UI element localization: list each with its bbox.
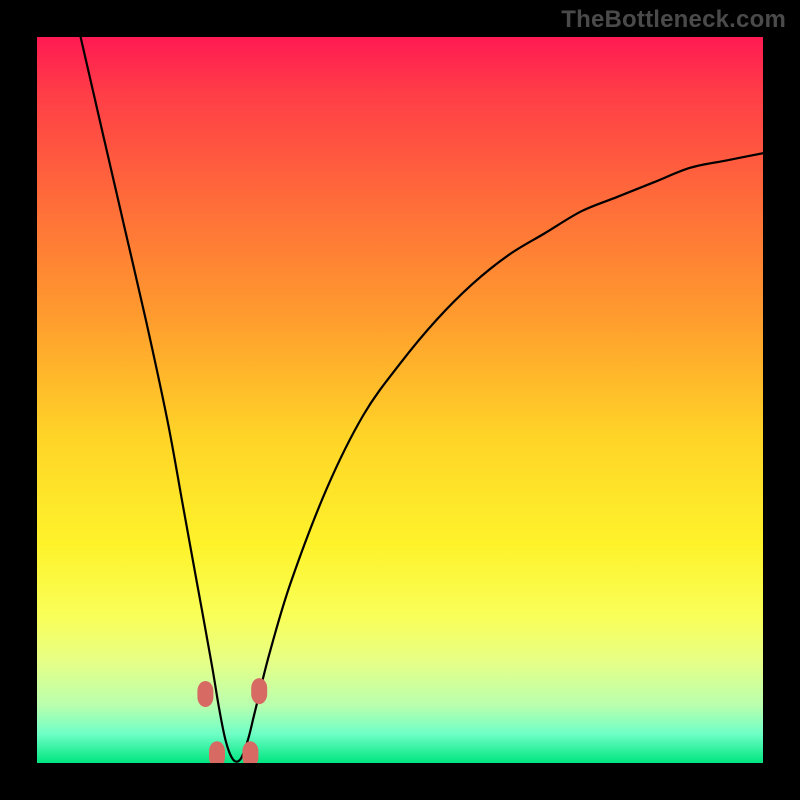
watermark-text: TheBottleneck.com [561,6,786,34]
curve-marker [242,741,258,763]
bottleneck-curve [81,37,763,762]
chart-frame: TheBottleneck.com [0,0,800,800]
curve-marker [197,681,213,707]
curve-marker [251,678,267,704]
curve-marker [209,741,225,763]
curve-layer [37,37,763,763]
plot-area [37,37,763,763]
